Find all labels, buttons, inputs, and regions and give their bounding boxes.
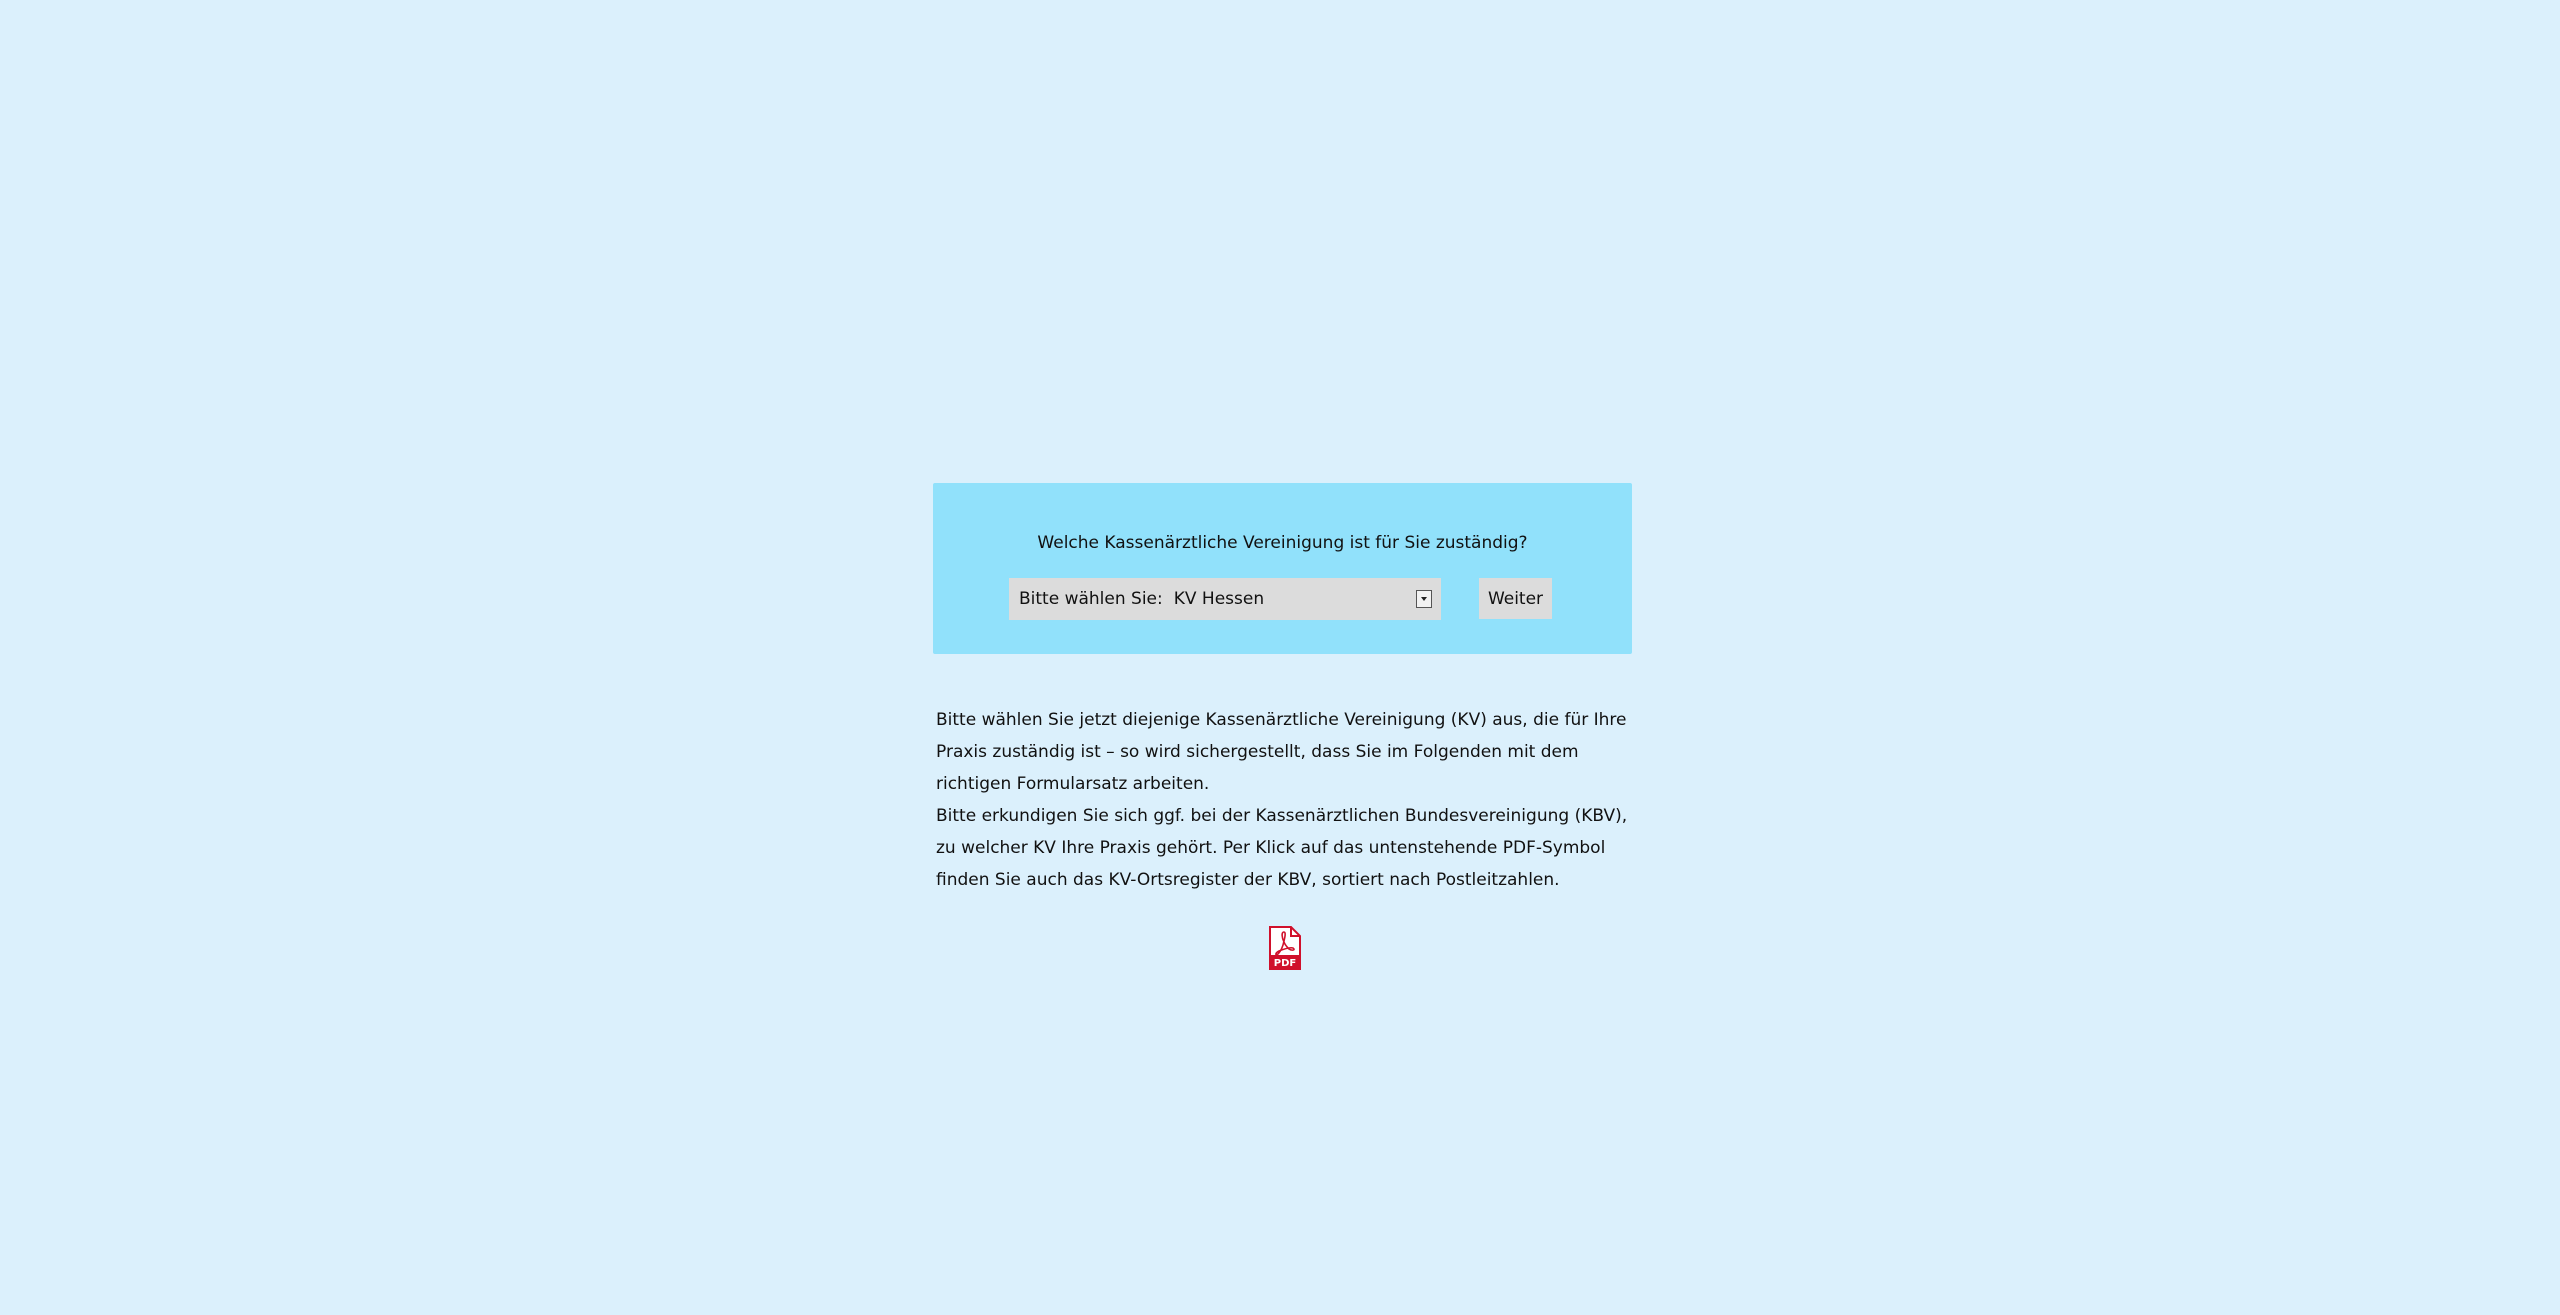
pdf-download-link[interactable]: PDF xyxy=(1268,926,1302,970)
weiter-button[interactable]: Weiter xyxy=(1479,578,1552,619)
kv-selection-panel: Welche Kassenärztliche Vereinigung ist f… xyxy=(933,483,1632,654)
kv-select-value: KV Hessen xyxy=(1173,589,1265,609)
chevron-down-icon[interactable] xyxy=(1416,590,1432,608)
info-text: Bitte wählen Sie jetzt diejenige Kassenä… xyxy=(936,704,1636,896)
page: Welche Kassenärztliche Vereinigung ist f… xyxy=(0,0,2560,1315)
pdf-icon: PDF xyxy=(1269,926,1301,970)
pdf-icon-label: PDF xyxy=(1274,958,1296,969)
kv-select-prefix: Bitte wählen Sie: xyxy=(1019,589,1163,609)
info-paragraph-1: Bitte wählen Sie jetzt diejenige Kassenä… xyxy=(936,710,1627,794)
info-paragraph-2: Bitte erkundigen Sie sich ggf. bei der K… xyxy=(936,806,1628,890)
kv-question: Welche Kassenärztliche Vereinigung ist f… xyxy=(1037,533,1528,553)
kv-select-dropdown[interactable]: Bitte wählen Sie: KV Hessen xyxy=(1009,578,1441,620)
